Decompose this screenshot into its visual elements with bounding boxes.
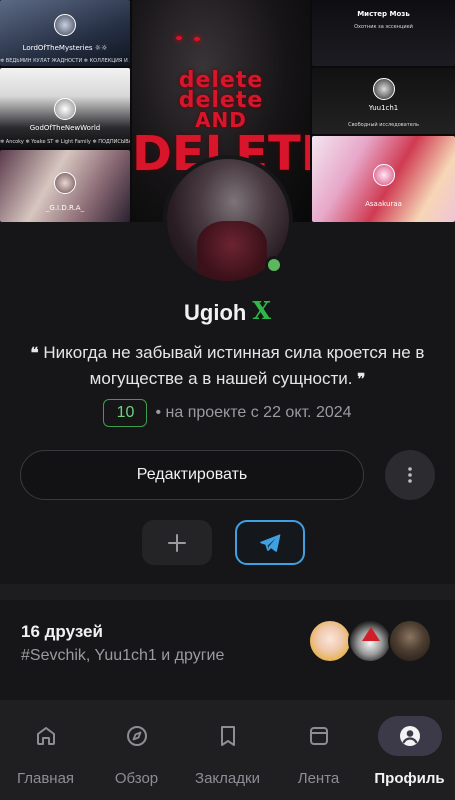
friend-avatar[interactable] (308, 619, 352, 663)
profile-name-row: Ugioh X (0, 296, 455, 326)
tile-avatar (54, 98, 76, 120)
x-badge-icon: X (252, 296, 271, 325)
tile-caption: Asaakuraa (365, 200, 402, 208)
nav-icon-wrap (14, 716, 78, 756)
profile-meta: 10 • на проекте с 22 окт. 2024 (0, 399, 455, 427)
banner-tile-5: Мистер Мозь Охотник за эссенцией (312, 0, 455, 66)
banner-tile-7: Asaakuraa (312, 136, 455, 222)
close-quote-icon: ❞ (357, 370, 366, 388)
tile-avatar (372, 164, 395, 186)
profile-icon (399, 726, 420, 746)
tile-avatar (54, 172, 76, 194)
edit-profile-button[interactable]: Редактировать (20, 450, 364, 500)
member-since: • на проекте с 22 окт. 2024 (155, 404, 352, 421)
tile-caption: Мистер Мозь (357, 10, 410, 18)
bookmark-icon (220, 726, 235, 746)
tile-caption: Yuu1ch1 (368, 104, 399, 112)
tile-caption: _G.I.D.R.A_ (45, 204, 85, 212)
online-status-dot (265, 256, 283, 274)
nav-icon-wrap (105, 716, 169, 756)
nav-label: Главная (16, 770, 75, 787)
red-eye-glow (176, 36, 182, 40)
nav-home[interactable]: Главная (0, 700, 91, 800)
tile-caption: LordOfTheMysteries ☼☼ (22, 44, 108, 52)
red-eye-glow (194, 37, 200, 41)
telegram-link-button[interactable] (235, 520, 305, 565)
nav-label: Профиль (374, 770, 445, 787)
nav-icon-wrap (287, 716, 351, 756)
feed-icon (309, 727, 328, 745)
tile-subcaption: ❄ ВЕДЬМИН КУЛАТ ЖАДНОСТИ ❄ КОЛЛЕКЦИЯ И Л… (0, 58, 130, 64)
friends-count: 16 друзей (21, 622, 103, 641)
add-link-button[interactable] (142, 520, 212, 565)
bio-text: Никогда не забывай истинная сила кроется… (43, 343, 425, 388)
tile-avatar (54, 14, 76, 36)
level-badge[interactable]: 10 (103, 399, 148, 427)
friends-section[interactable]: 16 друзей #Sevchik, Yuu1ch1 и другие (0, 600, 455, 696)
tile-subcaption: Охотник за эссенцией (354, 24, 413, 30)
friend-avatar[interactable] (388, 619, 432, 663)
more-options-button[interactable] (385, 450, 435, 500)
tile-subcaption: Свободный исследователь (348, 122, 419, 128)
open-quote-icon: ❝ (30, 344, 39, 362)
banner-tile-6: Yuu1ch1 Свободный исследователь (312, 68, 455, 134)
friends-names: #Sevchik, Yuu1ch1 и другие (21, 647, 225, 664)
nav-feed[interactable]: Лента (273, 700, 364, 800)
edit-profile-label: Редактировать (136, 466, 248, 483)
more-vertical-icon (408, 467, 412, 483)
tile-subcaption: ❄ Ancoky ❄ Yoake ST ❄ Light Family ❄ ПОД… (0, 139, 130, 145)
nav-profile[interactable]: Профиль (364, 700, 455, 800)
bottom-navigation: Главная Обзор Закладки Лента Профиль (0, 700, 455, 800)
nav-label: Закладки (195, 770, 260, 787)
compass-icon (126, 726, 147, 746)
friend-avatar[interactable] (348, 619, 392, 663)
nav-explore[interactable]: Обзор (91, 700, 182, 800)
section-divider (0, 584, 455, 600)
banner-tile-2: GodOfTheNewWorld ❄ Ancoky ❄ Yoake ST ❄ L… (0, 68, 130, 148)
nav-icon-wrap (196, 716, 260, 756)
nav-bookmarks[interactable]: Закладки (182, 700, 273, 800)
banner-tile-1: LordOfTheMysteries ☼☼ ❄ ВЕДЬМИН КУЛАТ ЖА… (0, 0, 130, 66)
home-icon (36, 727, 55, 745)
profile-name: Ugioh (184, 300, 247, 325)
nav-label: Лента (297, 770, 340, 787)
profile-bio: ❝ Никогда не забывай истинная сила кроет… (20, 340, 435, 392)
nav-label: Обзор (114, 770, 159, 787)
tile-avatar (372, 78, 395, 100)
banner-tile-3: _G.I.D.R.A_ (0, 150, 130, 222)
telegram-icon (260, 533, 281, 552)
plus-icon (168, 533, 186, 552)
nav-icon-wrap (377, 716, 442, 756)
tile-caption: GodOfTheNewWorld (29, 124, 101, 132)
